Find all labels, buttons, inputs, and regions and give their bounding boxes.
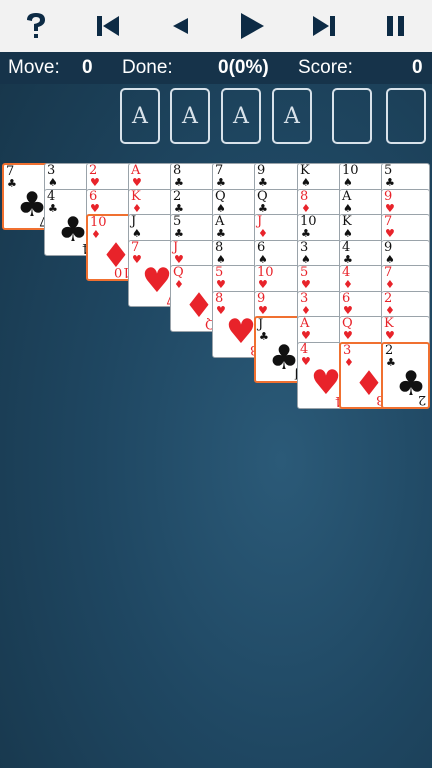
card-suit-icon: ♥ — [301, 329, 311, 342]
card-suit-icon: ♥ — [90, 176, 100, 189]
card-suit-icon: ♣ — [216, 227, 226, 240]
card-rank-bottom: 2 — [417, 392, 426, 407]
card[interactable]: J♣♣J — [254, 316, 303, 383]
pause-icon — [387, 16, 404, 36]
card-suit-icon: ♥ — [216, 278, 226, 291]
card-suit-icon: ♥ — [385, 329, 395, 342]
foundation-slot-2[interactable]: A — [170, 88, 210, 144]
card-suit-icon: ♦ — [258, 227, 268, 240]
toolbar — [0, 0, 432, 52]
restart-icon — [97, 16, 119, 36]
card-suit-icon: ♦ — [343, 278, 353, 291]
done-label: Done: — [122, 57, 173, 78]
score-value: 0 — [412, 57, 423, 78]
card-suit-icon: ♥ — [385, 227, 395, 240]
score-label: Score: — [298, 57, 353, 78]
move-label: Move: — [8, 57, 60, 78]
card-suit-icon: ♥ — [132, 176, 142, 189]
skip-button[interactable] — [296, 4, 352, 48]
card-suit-icon: ♠ — [132, 227, 142, 240]
card-suit-icon: ♥ — [258, 278, 268, 291]
pause-button[interactable] — [368, 4, 424, 48]
card-suit-icon: ♣ — [258, 176, 268, 189]
skip-icon — [313, 16, 335, 36]
card-suit-icon: ♦ — [385, 278, 395, 291]
free-cell-2[interactable] — [386, 88, 426, 144]
restart-button[interactable] — [80, 4, 136, 48]
free-cell-1[interactable] — [332, 88, 372, 144]
done-value: 0(0%) — [218, 57, 269, 78]
card-suit-icon: ♠ — [301, 176, 311, 189]
card-suit-icon: ♣ — [301, 227, 311, 240]
undo-icon — [173, 18, 188, 34]
foundation-slot-4[interactable]: A — [272, 88, 312, 144]
card-suit-icon: ♠ — [343, 176, 353, 189]
foundation-slot-1[interactable]: A — [120, 88, 160, 144]
card-suit-icon: ♣ — [385, 176, 395, 189]
card[interactable]: 2 ♣ ♣ 2 — [381, 342, 430, 409]
play-icon — [241, 13, 264, 39]
move-count: 0 — [82, 57, 93, 78]
card-suit-icon: ♣ — [216, 176, 226, 189]
card-suit-icon: ♥ — [343, 329, 353, 342]
help-icon — [27, 13, 45, 38]
card-suit-icon: ♠ — [48, 176, 58, 189]
card-suit-icon: ♣ — [174, 176, 184, 189]
card-suit-icon: ♥ — [301, 278, 311, 291]
card-suit-icon: ♣ — [174, 227, 184, 240]
card-suit-icon: ♠ — [343, 227, 353, 240]
foundation-slot-3[interactable]: A — [221, 88, 261, 144]
undo-button[interactable] — [152, 4, 208, 48]
status-bar: Move: 0 Done: 0(0%) Score: 0 — [0, 52, 432, 84]
play-button[interactable] — [224, 4, 280, 48]
help-button[interactable] — [8, 4, 64, 48]
